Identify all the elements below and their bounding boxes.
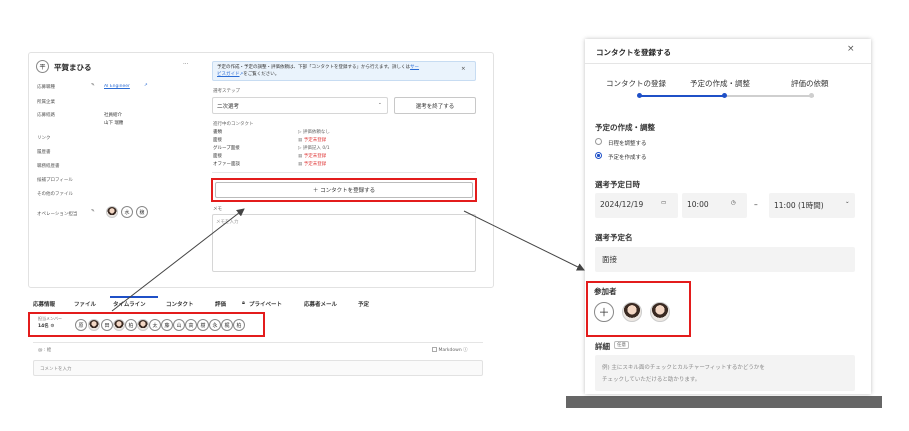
end-time-value: 11:00 (1時間): [774, 201, 824, 210]
arrow-to-register: [111, 208, 245, 312]
background-strip: [566, 396, 882, 408]
step-request-evaluation: 評価の依頼: [791, 79, 829, 88]
step-dot-current: [722, 93, 727, 98]
participant-avatar-photo: [650, 302, 670, 322]
section-title: 予定の作成・調整: [595, 123, 655, 132]
details-placeholder: チェックしていただけると助かります。: [602, 377, 701, 383]
step-create-schedule: 予定の作成・調整: [690, 79, 750, 88]
start-time-value: 10:00: [687, 200, 709, 209]
step-register-contact: コンタクトの登録: [606, 79, 666, 88]
step-dot-pending: [809, 93, 814, 98]
radio-label: 予定を作成する: [608, 155, 647, 161]
optional-tag: 任意: [614, 341, 629, 349]
stepper-progress: [640, 94, 726, 97]
time-separator: –: [754, 200, 758, 209]
clock-icon: ◷: [731, 200, 736, 206]
schedule-name-value: 面接: [602, 255, 617, 264]
schedule-name-label: 選考予定名: [595, 233, 633, 242]
calendar-icon[interactable]: ▭: [661, 200, 666, 206]
close-icon[interactable]: ×: [847, 44, 855, 54]
chevron-down-icon: ⌄: [845, 199, 850, 205]
schedule-name-input[interactable]: [595, 247, 855, 272]
radio-create-schedule[interactable]: [595, 152, 602, 159]
participants-label: 参加者: [594, 287, 617, 296]
radio-adjust-schedule[interactable]: [595, 138, 602, 145]
datetime-label: 選考予定日時: [595, 180, 640, 189]
details-label: 詳細: [595, 342, 610, 351]
add-participant-button[interactable]: ＋: [594, 302, 614, 322]
modal-title: コンタクトを登録する: [596, 48, 671, 57]
step-dot-done: [637, 93, 642, 98]
arrow-to-modal: [463, 210, 585, 271]
details-placeholder: 例) 主にスキル面のチェックとカルチャーフィットするかどうかを: [602, 365, 765, 371]
participant-avatar-photo: [622, 302, 642, 322]
radio-label: 日程を調整する: [608, 141, 647, 147]
divider: [585, 63, 871, 64]
details-textarea[interactable]: [595, 355, 855, 391]
date-value: 2024/12/19: [600, 200, 644, 209]
